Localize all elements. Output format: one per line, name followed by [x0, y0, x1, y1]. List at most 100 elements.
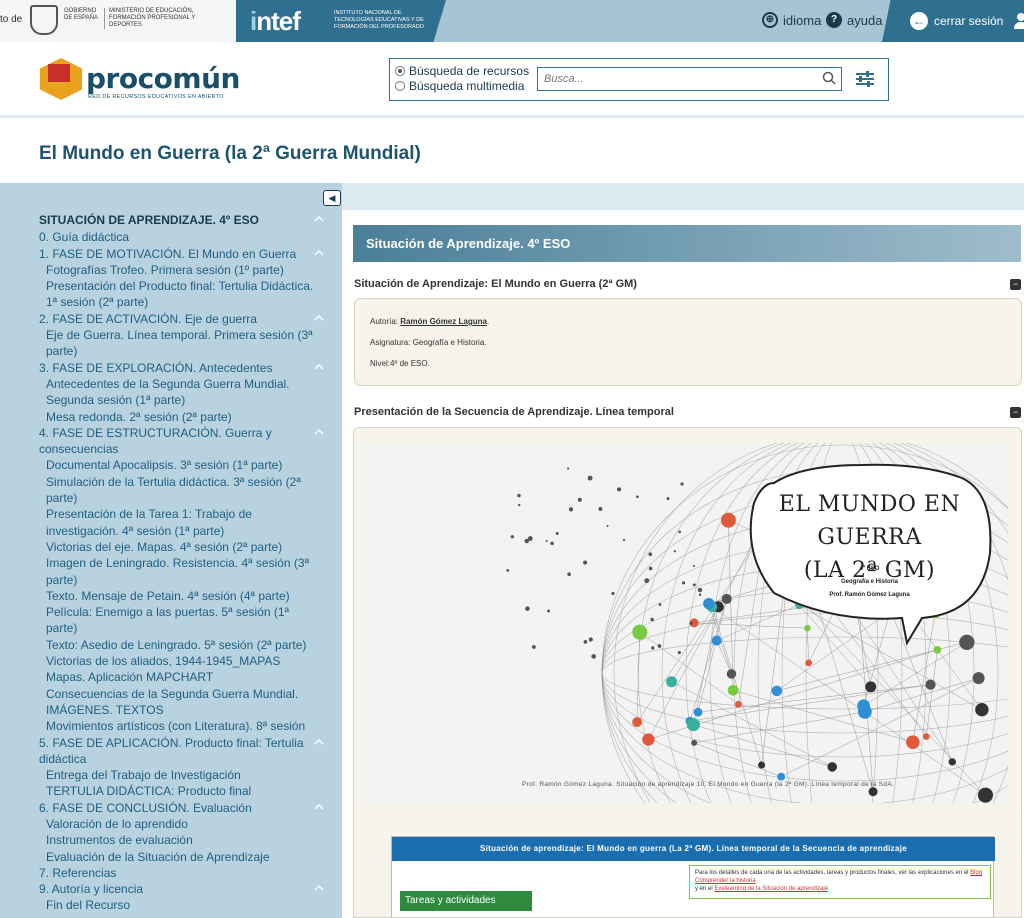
sidebar-item[interactable]: Victorias de los aliados, 1944-1945_MAPA… — [39, 653, 329, 669]
sidebar-item[interactable]: Presentación del Producto final: Tertuli… — [39, 278, 329, 311]
presentation-slide[interactable]: EL MUNDO EN GUERRA (LA 2ª GM) 4º ESO Geo… — [362, 443, 1008, 803]
intef-logo[interactable]: intef INSTITUTO NACIONAL DE TECNOLOGÍAS … — [236, 0, 446, 42]
note-text-b: y en el — [695, 886, 715, 892]
author-line: Autoría: Ramón Gómez Laguna. — [370, 317, 490, 326]
info-box: Autoría: Ramón Gómez Laguna. Asignatura:… — [354, 298, 1022, 386]
globe-icon: ⊕ — [762, 12, 778, 28]
sidebar-item-label: Entrega del Trabajo de Investigación — [46, 768, 241, 783]
sidebar-item-label: 2. FASE DE ACTIVACIÓN. Eje de guerra — [39, 311, 257, 326]
sidebar-item-label: 9. Autoría y licencia — [39, 882, 144, 897]
radio-multimedia[interactable]: Búsqueda multimedia — [395, 79, 524, 93]
sidebar-item-label: Victorias del eje. Mapas. 4ª sesión (2ª … — [46, 539, 283, 554]
intef-subtitle: INSTITUTO NACIONAL DE TECNOLOGÍAS EDUCAT… — [334, 10, 424, 30]
chevron-up-icon[interactable] — [314, 314, 324, 321]
chevron-up-icon[interactable] — [314, 803, 324, 810]
banner-title: Situación de Aprendizaje. 4º ESO — [366, 236, 571, 251]
sidebar-item-label: Película: Enemigo a las puertas. 5ª sesi… — [46, 605, 290, 636]
search-input[interactable] — [537, 67, 842, 91]
sidebar-item[interactable]: Evaluación de la Situación de Aprendizaj… — [39, 849, 329, 865]
author-link[interactable]: Ramón Gómez Laguna — [400, 317, 487, 326]
sidebar-item-label: 3. FASE DE EXPLORACIÓN. Antecedentes — [39, 360, 273, 375]
gov-line-2: MINISTERIO DE EDUCACIÓN, FORMACIÓN PROFE… — [104, 8, 224, 29]
slide-title-line-1: EL MUNDO EN GUERRA — [778, 492, 961, 550]
collapse-section-2-button[interactable]: − — [1010, 407, 1021, 418]
sidebar-item[interactable]: Texto: Asedio de Leningrado. 5ª sesión (… — [39, 637, 329, 653]
sidebar-item[interactable]: Antecedentes de la Segunda Guerra Mundia… — [39, 376, 329, 409]
sidebar-section[interactable]: 7. Referencias — [39, 865, 329, 881]
radio-selected-icon — [395, 66, 405, 76]
sidebar-item[interactable]: TERTULIA DIDÁCTICA: Producto final — [39, 783, 329, 799]
help-menu[interactable]: ? ayuda — [826, 12, 882, 28]
sidebar-item-label: Consecuencias de la Segunda Guerra Mundi… — [46, 686, 299, 717]
sidebar-item[interactable]: Valoración de lo aprendido — [39, 816, 329, 832]
tasks-label: Tareas y actividades — [400, 891, 532, 911]
chevron-up-icon[interactable] — [314, 216, 324, 222]
brand-name: procomún — [86, 62, 240, 95]
sidebar-item[interactable]: Fotografías Trofeo. Primera sesión (1º p… — [39, 262, 329, 278]
search-icon[interactable] — [822, 71, 836, 85]
gov-cut-text: to de — [0, 14, 23, 25]
chevron-up-icon[interactable] — [314, 885, 324, 891]
triangle-left-icon: ◀ — [328, 193, 336, 203]
sidebar-item[interactable]: Fin del Recurso — [39, 897, 329, 913]
cube-logo-accent — [48, 64, 70, 82]
sidebar-item-label: Presentación del Producto final: Tertuli… — [46, 279, 314, 310]
sidebar-item-label: 1. FASE DE MOTIVACIÓN. El Mundo en Guerr… — [39, 246, 297, 261]
sidebar-item-label: 5. FASE DE APLICACIÓN. Producto final: T… — [39, 735, 304, 766]
sidebar-top-item[interactable]: SITUACIÓN DE APRENDIZAJE. 4º ESO — [39, 212, 329, 228]
embedded-timeline[interactable]: Situación de aprendizaje: El Mundo en gu… — [391, 836, 995, 917]
sidebar-nav: SITUACIÓN DE APRENDIZAJE. 4º ESO 0. Guía… — [39, 212, 329, 914]
sidebar-item-label: Texto: Asedio de Leningrado. 5ª sesión (… — [46, 637, 307, 652]
sidebar-section[interactable]: 1. FASE DE MOTIVACIÓN. El Mundo en Guerr… — [39, 246, 329, 262]
sidebar-section[interactable]: 0. Guía didáctica — [39, 229, 329, 245]
page-title: El Mundo en Guerra (la 2ª Guerra Mundial… — [39, 143, 421, 164]
search-panel: Búsqueda de recursos Búsqueda multimedia — [389, 58, 889, 101]
sidebar-item[interactable]: Mapas. Aplicación MAPCHART — [39, 669, 329, 685]
sidebar-item[interactable]: Documental Apocalipsis. 3ª sesión (1ª pa… — [39, 457, 329, 473]
sidebar-item[interactable]: Instrumentos de evaluación — [39, 832, 329, 848]
section-banner: Situación de Aprendizaje. 4º ESO — [353, 225, 1021, 262]
radio-resources[interactable]: Búsqueda de recursos — [395, 64, 529, 78]
sidebar-item[interactable]: Película: Enemigo a las puertas. 5ª sesi… — [39, 604, 329, 637]
language-menu[interactable]: ⊕ idioma — [762, 12, 821, 28]
sidebar-section[interactable]: 4. FASE DE ESTRUCTURACIÓN. Guerra y cons… — [39, 425, 329, 458]
help-icon: ? — [826, 12, 842, 28]
radio-resources-label: Búsqueda de recursos — [409, 64, 530, 78]
exelearning-link[interactable]: Exelearning de la Situación de aprendiza… — [714, 886, 828, 892]
sidebar-item[interactable]: Victorias del eje. Mapas. 4ª sesión (2ª … — [39, 539, 329, 555]
sidebar-item[interactable]: Imagen de Leningrado. Resistencia. 4ª se… — [39, 555, 329, 588]
sidebar-section[interactable]: 9. Autoría y licencia — [39, 881, 329, 897]
sidebar-item[interactable]: Presentación de la Tarea 1: Trabajo de i… — [39, 506, 329, 539]
user-icon[interactable] — [1014, 13, 1024, 29]
chevron-up-icon[interactable] — [314, 428, 324, 435]
sidebar-section[interactable]: 3. FASE DE EXPLORACIÓN. Antecedentes — [39, 360, 329, 376]
collapse-sidebar-button[interactable]: ◀ — [323, 190, 341, 206]
note-text-a: Para los detalles de cada una de las act… — [695, 870, 971, 876]
chevron-up-icon[interactable] — [314, 363, 324, 370]
sidebar-item[interactable]: Entrega del Trabajo de Investigación — [39, 767, 329, 783]
sidebar-item[interactable]: Eje de Guerra. Línea temporal. Primera s… — [39, 327, 329, 360]
sidebar-section[interactable]: 5. FASE DE APLICACIÓN. Producto final: T… — [39, 735, 329, 768]
collapse-section-1-button[interactable]: − — [1010, 279, 1021, 290]
sidebar-item-label: 0. Guía didáctica — [39, 230, 130, 245]
sidebar-item[interactable]: Movimientos artísticos (con Literatura).… — [39, 718, 329, 734]
logout-label: cerrar sesión — [934, 14, 1004, 28]
title-bar: El Mundo en Guerra (la 2ª Guerra Mundial… — [0, 121, 1024, 183]
sidebar-section[interactable]: 2. FASE DE ACTIVACIÓN. Eje de guerra — [39, 311, 329, 327]
filter-settings-icon[interactable] — [854, 69, 876, 89]
sidebar-item[interactable]: Texto. Mensaje de Petain. 4ª sesión (4ª … — [39, 588, 329, 604]
radio-multimedia-label: Búsqueda multimedia — [409, 79, 525, 93]
radio-unselected-icon — [395, 81, 405, 91]
logout-button[interactable]: ← cerrar sesión — [882, 0, 1024, 42]
sidebar-section[interactable]: 6. FASE DE CONCLUSIÓN. Evaluación — [39, 800, 329, 816]
sidebar-item[interactable]: Mesa redonda. 2ª sesión (2ª parte) — [39, 409, 329, 425]
sidebar-item[interactable]: Simulación de la Tertulia didáctica. 3ª … — [39, 474, 329, 507]
chevron-up-icon[interactable] — [314, 738, 324, 745]
sidebar-item[interactable]: Consecuencias de la Segunda Guerra Mundi… — [39, 686, 329, 719]
sidebar-item-label: Fin del Recurso — [46, 898, 131, 913]
chevron-up-icon[interactable] — [314, 249, 324, 256]
presentation-box: EL MUNDO EN GUERRA (LA 2ª GM) 4º ESO Geo… — [353, 427, 1022, 918]
sidebar-item-label: Eje de Guerra. Línea temporal. Primera s… — [46, 328, 313, 359]
minus-icon: − — [1012, 407, 1019, 417]
sidebar-item-label: Victorias de los aliados, 1944-1945_MAPA… — [46, 654, 281, 669]
